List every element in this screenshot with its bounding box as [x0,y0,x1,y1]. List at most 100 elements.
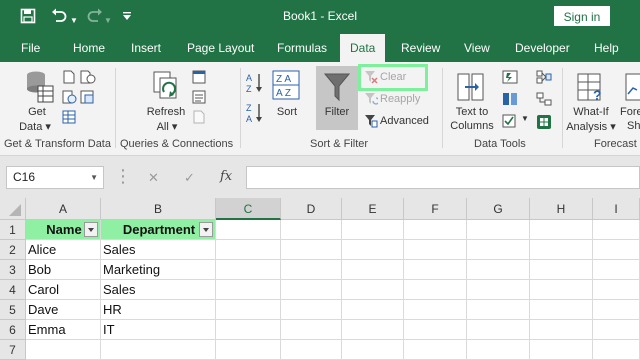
forecast-sheet-label-2[interactable]: Sh [627,120,640,132]
cell-f1[interactable] [404,220,467,240]
row-header-5[interactable]: 5 [0,300,26,320]
cell-c7[interactable] [216,340,281,360]
column-header-c[interactable]: C [216,198,281,220]
cell-b5[interactable]: HR [101,300,216,320]
cell-e5[interactable] [342,300,404,320]
recent-sources-icon[interactable] [80,70,96,89]
row-header-1[interactable]: 1 [0,220,26,240]
remove-duplicates-icon[interactable] [502,92,518,111]
data-validation-dropdown-icon[interactable]: ▼ [521,114,529,123]
flash-fill-icon[interactable] [502,70,518,89]
cell-c4[interactable] [216,280,281,300]
cell-c2[interactable] [216,240,281,260]
cell-a4[interactable]: Carol [26,280,101,300]
cell-f3[interactable] [404,260,467,280]
cell-e3[interactable] [342,260,404,280]
column-header-a[interactable]: A [26,198,101,220]
cell-f4[interactable] [404,280,467,300]
existing-connections-icon[interactable] [80,90,96,109]
column-header-e[interactable]: E [342,198,404,220]
cell-i6[interactable] [593,320,640,340]
cell-i1[interactable] [593,220,640,240]
cell-d2[interactable] [281,240,342,260]
column-header-i[interactable]: I [593,198,640,220]
column-header-h[interactable]: H [530,198,593,220]
cell-h4[interactable] [530,280,593,300]
sort-icon[interactable]: Z A A Z [272,70,300,105]
select-all-corner[interactable] [0,198,26,220]
cell-c6[interactable] [216,320,281,340]
cell-i3[interactable] [593,260,640,280]
cell-a6[interactable]: Emma [26,320,101,340]
properties-icon[interactable] [192,90,206,109]
tab-formulas[interactable]: Formulas [277,34,327,62]
cell-d5[interactable] [281,300,342,320]
cell-c1[interactable] [216,220,281,240]
cell-a3[interactable]: Bob [26,260,101,280]
cell-f6[interactable] [404,320,467,340]
cell-a2[interactable]: Alice [26,240,101,260]
insert-function-icon[interactable]: fx [220,169,232,184]
cell-b6[interactable]: IT [101,320,216,340]
cell-e1[interactable] [342,220,404,240]
cell-e4[interactable] [342,280,404,300]
column-header-g[interactable]: G [467,198,530,220]
row-header-2[interactable]: 2 [0,240,26,260]
forecast-sheet-label[interactable]: Fore [620,106,640,118]
cell-g5[interactable] [467,300,530,320]
what-if-label-2[interactable]: Analysis ▾ [562,120,620,133]
from-web-icon[interactable] [62,90,78,109]
tab-insert[interactable]: Insert [131,34,161,62]
cell-h1[interactable] [530,220,593,240]
cell-i5[interactable] [593,300,640,320]
tab-view[interactable]: View [464,34,490,62]
cell-b4[interactable]: Sales [101,280,216,300]
tab-developer[interactable]: Developer [515,34,570,62]
cell-h6[interactable] [530,320,593,340]
tab-data[interactable]: Data [340,34,386,62]
consolidate-icon[interactable] [536,70,552,89]
filter-dropdown-department[interactable] [199,222,213,237]
refresh-all-icon[interactable] [152,70,182,109]
tab-help[interactable]: Help [594,34,619,62]
cell-b1[interactable]: Department [101,220,216,240]
cell-d3[interactable] [281,260,342,280]
cell-i2[interactable] [593,240,640,260]
queries-connections-icon[interactable] [192,70,206,89]
cell-d6[interactable] [281,320,342,340]
get-data-label[interactable]: Get [22,106,52,118]
cell-g4[interactable] [467,280,530,300]
cell-g1[interactable] [467,220,530,240]
cell-h2[interactable] [530,240,593,260]
text-to-columns-label[interactable]: Text to [450,106,494,118]
formula-bar-grip-icon[interactable]: ⋮ [114,166,132,187]
get-data-label-2[interactable]: Data ▾ [18,120,52,133]
name-box-dropdown-icon[interactable]: ▼ [90,167,98,188]
from-table-icon[interactable] [62,110,76,129]
relationships-icon[interactable] [536,92,552,111]
cell-i7[interactable] [593,340,640,360]
get-data-icon[interactable] [24,70,54,109]
text-to-columns-label-2[interactable]: Columns [448,120,496,132]
sort-label[interactable]: Sort [272,106,302,118]
cell-h5[interactable] [530,300,593,320]
column-header-b[interactable]: B [101,198,216,220]
refresh-all-label-2[interactable]: All ▾ [150,120,184,133]
cell-h3[interactable] [530,260,593,280]
refresh-all-label[interactable]: Refresh [143,106,189,118]
cell-d7[interactable] [281,340,342,360]
forecast-sheet-icon[interactable] [624,70,640,109]
advanced-filter-icon[interactable] [364,114,378,133]
cell-e2[interactable] [342,240,404,260]
tab-page-layout[interactable]: Page Layout [187,34,254,62]
what-if-label[interactable]: What-If [566,106,616,118]
cell-b3[interactable]: Marketing [101,260,216,280]
cell-e7[interactable] [342,340,404,360]
cell-g2[interactable] [467,240,530,260]
advanced-button[interactable]: Advanced [380,115,429,127]
cell-f2[interactable] [404,240,467,260]
cell-a5[interactable]: Dave [26,300,101,320]
cell-f5[interactable] [404,300,467,320]
sign-in-button[interactable]: Sign in [554,6,610,26]
filter-button[interactable]: Filter [316,66,358,130]
